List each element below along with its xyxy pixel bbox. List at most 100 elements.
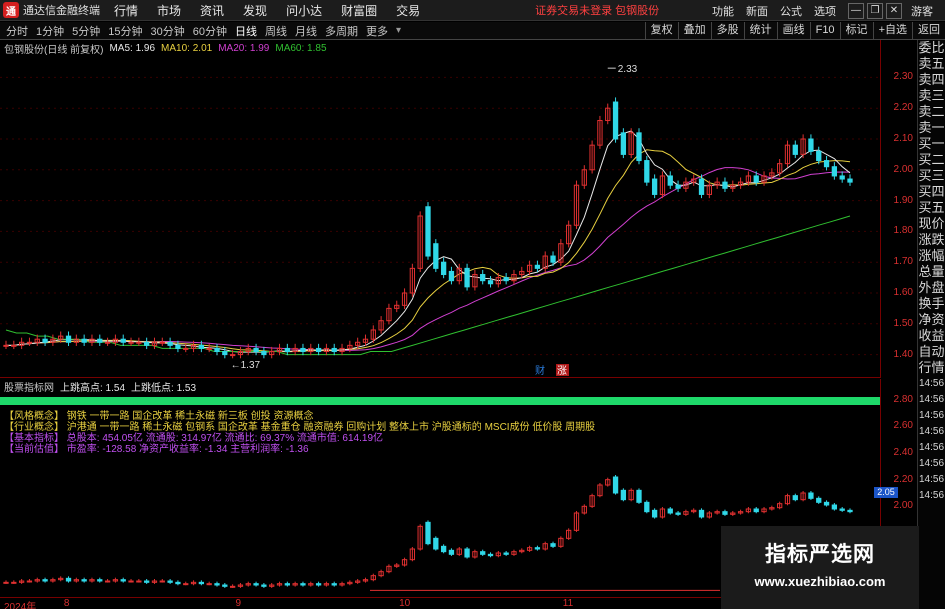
- rise-marker[interactable]: 涨: [557, 365, 567, 377]
- candle[interactable]: [722, 511, 728, 515]
- candle[interactable]: [722, 181, 728, 189]
- candle[interactable]: [651, 509, 658, 518]
- statistics-button[interactable]: 统计: [743, 22, 777, 40]
- menu-item-function[interactable]: 功能: [712, 3, 734, 19]
- period-tab-30min[interactable]: 30分钟: [151, 23, 185, 39]
- candle[interactable]: [847, 509, 853, 513]
- period-tab-daily[interactable]: 日线: [235, 23, 257, 39]
- candle[interactable]: [698, 509, 705, 518]
- menu-item-wealth[interactable]: 财富圈: [341, 2, 377, 19]
- candle[interactable]: [487, 553, 494, 557]
- period-tab-more[interactable]: 更多: [366, 23, 388, 39]
- sidebar-label[interactable]: 14:56: [918, 456, 945, 472]
- candle[interactable]: [253, 347, 259, 353]
- candle[interactable]: [636, 489, 642, 503]
- candle[interactable]: [433, 243, 439, 269]
- candle[interactable]: [464, 267, 470, 288]
- symbol-label[interactable]: 包钢股份(日线 前复权): [4, 41, 103, 56]
- back-button[interactable]: 返回: [912, 22, 945, 40]
- candle[interactable]: [823, 160, 830, 168]
- menu-item-discover[interactable]: 发现: [243, 2, 267, 19]
- candle[interactable]: [792, 495, 798, 501]
- candle[interactable]: [487, 280, 494, 285]
- candle[interactable]: [808, 138, 814, 152]
- candle[interactable]: [11, 581, 17, 584]
- menu-item-options[interactable]: 选项: [814, 3, 836, 19]
- candle[interactable]: [839, 508, 845, 511]
- candle[interactable]: [534, 264, 541, 269]
- candle[interactable]: [3, 344, 9, 347]
- candle[interactable]: [612, 101, 619, 140]
- candle[interactable]: [440, 545, 447, 553]
- candle[interactable]: [183, 583, 189, 586]
- sidebar-label[interactable]: 14:56: [918, 440, 945, 456]
- candle[interactable]: [120, 338, 126, 343]
- candle[interactable]: [284, 347, 290, 353]
- candle[interactable]: [3, 581, 9, 584]
- candle[interactable]: [315, 347, 322, 353]
- candle[interactable]: [667, 175, 673, 186]
- candle[interactable]: [284, 583, 290, 586]
- candle[interactable]: [847, 178, 853, 183]
- adjust-button[interactable]: 复权: [644, 22, 678, 40]
- candle[interactable]: [42, 338, 48, 343]
- candle[interactable]: [198, 581, 205, 585]
- candle[interactable]: [128, 341, 134, 344]
- minimize-icon[interactable]: —: [848, 2, 864, 19]
- mark-button[interactable]: 标记: [839, 22, 873, 40]
- add-watchlist-button[interactable]: +自选: [872, 22, 912, 40]
- period-tab-weekly[interactable]: 周线: [265, 23, 287, 39]
- candle[interactable]: [480, 274, 486, 282]
- kline-chart[interactable]: 2.33 ←1.37 财涨: [0, 40, 880, 378]
- candle[interactable]: [128, 580, 134, 583]
- candle[interactable]: [26, 341, 33, 344]
- candle[interactable]: [503, 277, 509, 282]
- candle[interactable]: [503, 552, 509, 555]
- period-tab-60min[interactable]: 60分钟: [193, 23, 227, 39]
- close-icon[interactable]: ✕: [886, 2, 902, 19]
- candle[interactable]: [644, 501, 650, 513]
- menu-item-formula[interactable]: 公式: [780, 3, 802, 19]
- candle[interactable]: [636, 132, 642, 162]
- candle[interactable]: [753, 175, 759, 183]
- sidebar-label[interactable]: 14:56: [918, 488, 945, 504]
- candle[interactable]: [440, 261, 447, 276]
- menu-item-ask[interactable]: 问小达: [286, 2, 322, 19]
- candle[interactable]: [261, 351, 267, 356]
- candle[interactable]: [167, 341, 173, 346]
- candle[interactable]: [97, 579, 103, 582]
- candle[interactable]: [667, 508, 673, 514]
- candle[interactable]: [464, 548, 470, 558]
- draw-line-button[interactable]: 画线: [776, 22, 810, 40]
- period-tab-15min[interactable]: 15分钟: [108, 23, 142, 39]
- candle[interactable]: [808, 492, 814, 499]
- candle[interactable]: [550, 255, 556, 263]
- candle[interactable]: [104, 580, 111, 583]
- candle[interactable]: [183, 347, 189, 350]
- candle[interactable]: [81, 338, 87, 343]
- candle[interactable]: [448, 549, 455, 555]
- sidebar-label[interactable]: 14:56: [918, 408, 945, 424]
- restore-icon[interactable]: ❐: [867, 2, 883, 19]
- candle[interactable]: [136, 341, 142, 344]
- candle[interactable]: [136, 580, 142, 583]
- candle[interactable]: [11, 344, 17, 347]
- sidebar-label[interactable]: 14:56: [918, 392, 945, 408]
- menu-item-trade[interactable]: 交易: [396, 2, 420, 19]
- candle[interactable]: [620, 489, 627, 501]
- finance-marker[interactable]: 财: [535, 364, 545, 377]
- candle[interactable]: [534, 547, 541, 550]
- period-tab-monthly[interactable]: 月线: [295, 23, 317, 39]
- main-kline-panel[interactable]: 2.33 ←1.37 财涨: [0, 40, 880, 378]
- candle[interactable]: [206, 347, 212, 350]
- sidebar-label[interactable]: 14:56: [918, 376, 945, 392]
- candle[interactable]: [425, 206, 431, 257]
- candle[interactable]: [480, 551, 486, 555]
- candle[interactable]: [753, 508, 759, 513]
- candle[interactable]: [315, 583, 322, 586]
- candle[interactable]: [331, 583, 337, 586]
- candle[interactable]: [612, 476, 619, 494]
- candle[interactable]: [261, 584, 267, 587]
- candle[interactable]: [831, 504, 838, 510]
- chevron-down-icon[interactable]: ▾: [396, 25, 401, 36]
